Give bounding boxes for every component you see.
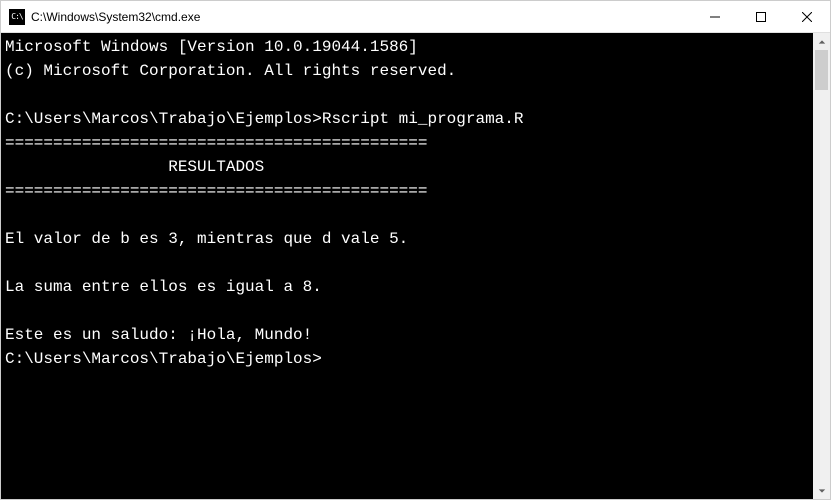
close-button[interactable] [784, 1, 830, 32]
scrollbar-down-button[interactable] [813, 482, 830, 499]
console-line: RESULTADOS [5, 158, 264, 176]
console-line: ========================================… [5, 182, 427, 200]
maximize-button[interactable] [738, 1, 784, 32]
maximize-icon [756, 12, 766, 22]
scrollbar-up-button[interactable] [813, 33, 830, 50]
console-line: (c) Microsoft Corporation. All rights re… [5, 62, 456, 80]
scrollbar-thumb[interactable] [815, 50, 828, 90]
console-prompt: C:\Users\Marcos\Trabajo\Ejemplos> [5, 350, 322, 368]
console-line: C:\Users\Marcos\Trabajo\Ejemplos>Rscript… [5, 110, 523, 128]
console-line: ========================================… [5, 134, 427, 152]
console-line: El valor de b es 3, mientras que d vale … [5, 230, 408, 248]
window-title: C:\Windows\System32\cmd.exe [31, 10, 200, 24]
chevron-down-icon [818, 487, 826, 495]
console-output[interactable]: Microsoft Windows [Version 10.0.19044.15… [1, 33, 813, 499]
close-icon [802, 12, 812, 22]
console-line: Este es un saludo: ¡Hola, Mundo! [5, 326, 312, 344]
console-line: La suma entre ellos es igual a 8. [5, 278, 322, 296]
minimize-button[interactable] [692, 1, 738, 32]
vertical-scrollbar[interactable] [813, 33, 830, 499]
console-line: Microsoft Windows [Version 10.0.19044.15… [5, 38, 418, 56]
scrollbar-track[interactable] [813, 50, 830, 482]
cmd-icon: C:\ [9, 9, 25, 25]
cmd-window: C:\ C:\Windows\System32\cmd.exe Microsof… [0, 0, 831, 500]
chevron-up-icon [818, 38, 826, 46]
titlebar[interactable]: C:\ C:\Windows\System32\cmd.exe [1, 1, 830, 33]
minimize-icon [710, 12, 720, 22]
console-area: Microsoft Windows [Version 10.0.19044.15… [1, 33, 830, 499]
window-controls [692, 1, 830, 32]
